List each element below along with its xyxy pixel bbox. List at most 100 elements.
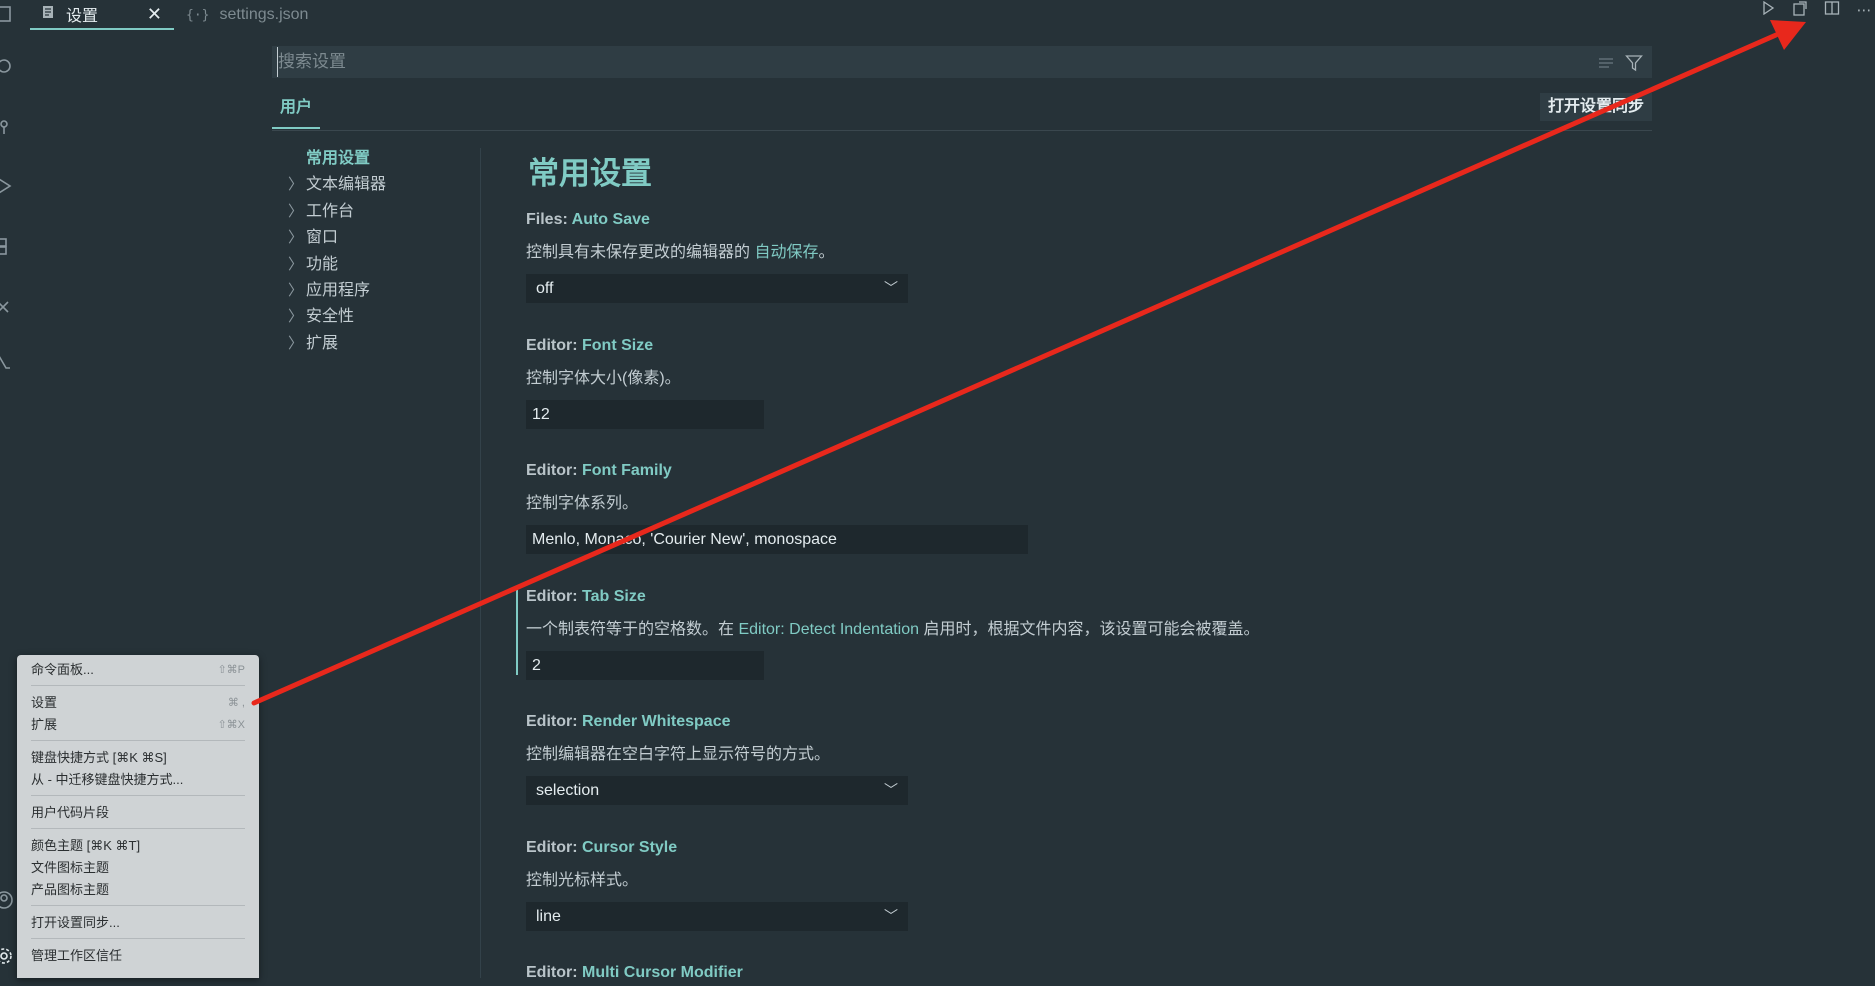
toc-label: 工作台 <box>306 202 355 220</box>
toc-item-extensions[interactable]: 〉扩展 <box>286 331 466 357</box>
run-icon[interactable] <box>1757 0 1779 19</box>
account-icon[interactable] <box>0 890 16 910</box>
setting-editor-font-family: Editor: Font Family 控制字体系列。 <box>526 462 1656 554</box>
open-settings-json-icon[interactable] <box>1789 0 1811 20</box>
menu-item-extensions[interactable]: 扩展 ⇧⌘X <box>17 714 259 736</box>
setting-description: 控制光标样式。 <box>526 872 639 889</box>
setting-title: Editor: Tab Size <box>526 588 1656 610</box>
menu-item-settings-sync[interactable]: 打开设置同步... <box>17 912 259 934</box>
setting-category: Editor: <box>526 337 582 354</box>
toc-item-workbench[interactable]: 〉工作台 <box>286 199 466 225</box>
search-icon[interactable] <box>0 58 16 78</box>
setting-category: Files: <box>526 211 572 228</box>
menu-label: 颜色主题 [⌘K ⌘T] <box>31 838 141 853</box>
filter-icon[interactable] <box>1625 54 1643 72</box>
toc-label: 功能 <box>306 255 339 273</box>
tab-label: 设置 <box>66 8 99 25</box>
setting-category: Editor: <box>526 713 582 730</box>
setting-title: Editor: Font Size <box>526 337 1656 359</box>
font-size-input[interactable] <box>526 400 764 429</box>
close-icon[interactable]: ✕ <box>147 4 162 25</box>
menu-item-manage-workspace-trust[interactable]: 管理工作区信任 <box>17 945 259 967</box>
auto-save-select[interactable]: off ﹀ <box>526 274 908 303</box>
setting-title: Editor: Font Family <box>526 462 1656 484</box>
menu-item-file-icon-theme[interactable]: 文件图标主题 <box>17 857 259 879</box>
settings-toc: 常用设置 〉文本编辑器 〉工作台 〉窗口 〉功能 〉应用程序 〉安全性 〉扩展 <box>286 146 466 357</box>
detect-indentation-link[interactable]: Editor: Detect Indentation <box>738 621 919 638</box>
render-whitespace-select[interactable]: selection ﹀ <box>526 776 908 805</box>
chevron-right-icon: 〉 <box>288 176 304 194</box>
editor-actions: ⋯ <box>1757 0 1875 20</box>
turn-on-settings-sync-button[interactable]: 打开设置同步 <box>1539 93 1652 121</box>
modified-indicator <box>516 588 518 675</box>
setting-description: 控制字体系列。 <box>526 495 639 512</box>
toc-item-text-editor[interactable]: 〉文本编辑器 <box>286 172 466 198</box>
auto-save-link[interactable]: 自动保存 <box>754 244 818 261</box>
menu-item-migrate-keybindings[interactable]: 从 - 中迁移键盘快捷方式... <box>17 769 259 791</box>
setting-category: Editor: <box>526 964 582 981</box>
tab-settings-json[interactable]: {·} settings.json <box>186 0 308 30</box>
menu-separator <box>31 905 245 906</box>
clear-filter-icon[interactable] <box>1597 54 1615 72</box>
setting-key: Auto Save <box>571 211 650 228</box>
chevron-right-icon: 〉 <box>288 281 304 299</box>
settings-search-box <box>272 46 1652 78</box>
settings-file-icon <box>42 5 56 24</box>
toc-item-window[interactable]: 〉窗口 <box>286 225 466 251</box>
desc-text: 控制具有未保存更改的编辑器的 <box>526 244 755 261</box>
tab-size-input[interactable] <box>526 651 764 680</box>
tab-settings[interactable]: 设置 ✕ <box>30 0 174 30</box>
toc-item-features[interactable]: 〉功能 <box>286 252 466 278</box>
source-control-icon[interactable] <box>0 118 16 138</box>
tab-user-settings[interactable]: 用户 <box>272 88 321 129</box>
cursor-style-select[interactable]: line ﹀ <box>526 902 908 931</box>
menu-item-command-palette[interactable]: 命令面板... ⇧⌘P <box>17 659 259 681</box>
setting-editor-font-size: Editor: Font Size 控制字体大小(像素)。 <box>526 337 1656 429</box>
select-value: off <box>536 280 554 297</box>
chevron-right-icon: 〉 <box>288 334 304 352</box>
menu-item-settings[interactable]: 设置 ⌘ , <box>17 692 259 714</box>
toc-label: 安全性 <box>306 308 355 326</box>
setting-category: Editor: <box>526 588 582 605</box>
setting-editor-multi-cursor-modifier: Editor: Multi Cursor Modifier <box>526 964 1656 986</box>
toc-label: 常用设置 <box>306 150 371 167</box>
split-editor-icon[interactable] <box>1821 0 1843 20</box>
testing-icon[interactable] <box>0 296 16 316</box>
select-value: line <box>536 908 561 925</box>
toc-item-application[interactable]: 〉应用程序 <box>286 278 466 304</box>
chevron-right-icon: 〉 <box>288 229 304 247</box>
toc-label: 文本编辑器 <box>306 176 387 194</box>
run-debug-icon[interactable] <box>0 176 16 196</box>
menu-item-user-snippets[interactable]: 用户代码片段 <box>17 802 259 824</box>
tab-bar: 设置 ✕ {·} settings.json ⋯ <box>30 0 1875 30</box>
explorer-icon[interactable] <box>0 4 16 24</box>
extensions-icon[interactable] <box>0 236 16 256</box>
remote-icon[interactable] <box>0 352 16 372</box>
font-family-input[interactable] <box>526 525 1028 554</box>
toc-label: 窗口 <box>306 229 339 247</box>
json-braces-icon: {·} <box>186 7 210 23</box>
menu-item-keyboard-shortcuts[interactable]: 键盘快捷方式 [⌘K ⌘S] <box>17 747 259 769</box>
chevron-down-icon: ﹀ <box>884 782 898 798</box>
setting-key: Cursor Style <box>582 839 678 856</box>
menu-item-product-icon-theme[interactable]: 产品图标主题 <box>17 879 259 901</box>
menu-label: 键盘快捷方式 [⌘K ⌘S] <box>31 750 167 765</box>
setting-category: Editor: <box>526 462 582 479</box>
menu-separator <box>31 828 245 829</box>
setting-key: Font Family <box>582 462 672 479</box>
menu-shortcut: ⇧⌘X <box>217 719 245 731</box>
toc-label: 应用程序 <box>306 281 371 299</box>
toc-item-commonly-used[interactable]: 常用设置 <box>286 146 466 172</box>
gear-icon[interactable] <box>0 946 16 966</box>
setting-description: 控制编辑器在空白字符上显示符号的方式。 <box>526 746 831 763</box>
toc-item-security[interactable]: 〉安全性 <box>286 304 466 330</box>
menu-label: 用户代码片段 <box>31 805 110 820</box>
setting-title: Editor: Cursor Style <box>526 839 1656 861</box>
menu-item-color-theme[interactable]: 颜色主题 [⌘K ⌘T] <box>17 835 259 857</box>
more-actions-icon[interactable]: ⋯ <box>1853 1 1875 19</box>
chevron-right-icon: 〉 <box>288 202 304 220</box>
setting-key: Tab Size <box>582 588 646 605</box>
search-input[interactable] <box>277 47 1578 77</box>
settings-scope-tabs: 用户 打开设置同步 <box>272 88 1652 131</box>
menu-label: 命令面板... <box>31 662 94 677</box>
